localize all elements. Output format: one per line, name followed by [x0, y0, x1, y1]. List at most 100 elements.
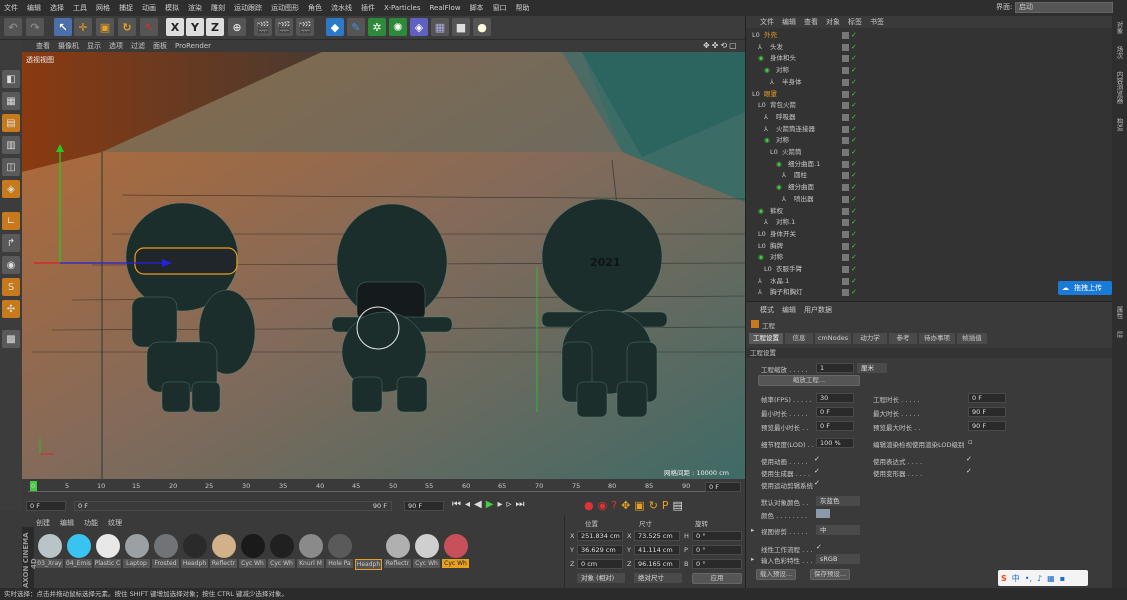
visibility-toggle[interactable] — [842, 32, 849, 39]
rotate-tool-icon[interactable]: ↻ — [118, 18, 136, 36]
object-row[interactable]: ⅄ 喷出器 ✓ — [746, 194, 1113, 206]
object-menu-view[interactable]: 查看 — [804, 17, 818, 27]
coordinate-system-icon[interactable]: ⊕ — [228, 18, 246, 36]
soft-selection-icon[interactable]: ◉ — [2, 256, 20, 274]
enable-check-icon[interactable]: ✓ — [851, 54, 857, 62]
attr-menu-edit[interactable]: 编辑 — [782, 305, 796, 315]
object-row[interactable]: ◉ 对称 ✓ — [746, 135, 1113, 147]
tab-dynamics[interactable]: 动力学 — [853, 333, 887, 344]
menu-tools[interactable]: 工具 — [73, 3, 87, 13]
timeline-end-field[interactable]: 0 F — [705, 482, 741, 492]
layout-select[interactable]: 启动 — [1015, 2, 1113, 13]
material-item[interactable]: Cyc Wh — [413, 533, 440, 573]
strip-tab-content-browser[interactable]: 内容浏览器 — [1114, 71, 1124, 104]
object-menu-tags[interactable]: 标签 — [848, 17, 862, 27]
visibility-toggle[interactable] — [842, 78, 849, 86]
min-time-field[interactable]: 0 F — [816, 407, 854, 417]
scale-field[interactable]: 1 — [816, 363, 854, 373]
z-axis-button[interactable]: Z — [206, 18, 224, 36]
viewport-menu-cameras[interactable]: 摄像机 — [58, 41, 79, 51]
rot-b-field[interactable]: 0 ° — [692, 559, 742, 569]
object-row[interactable]: ⅄ 头发 ✓ — [746, 42, 1113, 54]
floor-icon[interactable]: ▦ — [431, 18, 449, 36]
object-row[interactable]: L0 眼罩 ✓ — [746, 89, 1113, 101]
enable-check-icon[interactable]: ✓ — [851, 265, 857, 273]
tab-reference[interactable]: 参考 — [889, 333, 917, 344]
visibility-toggle[interactable] — [842, 160, 849, 168]
object-menu-object[interactable]: 对象 — [826, 17, 840, 27]
menu-help[interactable]: 帮助 — [516, 3, 530, 13]
mograph-cloner-icon[interactable]: ✺ — [389, 18, 407, 36]
end-frame-field[interactable]: 90 F — [404, 501, 444, 511]
material-item[interactable]: Reflectr — [210, 533, 237, 573]
scale-key-icon[interactable]: ▣ — [634, 499, 644, 512]
color-swatch[interactable] — [816, 509, 830, 518]
max-time-field[interactable]: 90 F — [968, 407, 1006, 417]
enable-check-icon[interactable]: ✓ — [851, 90, 857, 98]
next-key-icon[interactable]: ▹ — [506, 499, 511, 510]
tab-cmnodes[interactable]: cmNodes — [815, 333, 851, 344]
enable-check-icon[interactable]: ✓ — [851, 43, 857, 51]
lod-render-checkbox[interactable]: ▫ — [968, 438, 976, 446]
viewport-menu-view[interactable]: 查看 — [36, 41, 50, 51]
menu-mesh[interactable]: 网格 — [96, 3, 110, 13]
preview-max-field[interactable]: 90 F — [968, 421, 1006, 431]
menu-script[interactable]: 脚本 — [470, 3, 484, 13]
scale-tool-icon[interactable]: ▣ — [96, 18, 114, 36]
visibility-toggle[interactable] — [842, 90, 849, 98]
menu-file[interactable]: 文件 — [4, 3, 18, 13]
enable-check-icon[interactable]: ✓ — [851, 207, 857, 215]
view-clip-select[interactable]: 中 — [816, 525, 860, 535]
material-item[interactable]: Reflectr — [384, 533, 411, 573]
use-animation-checkbox[interactable]: ✓ — [814, 455, 822, 463]
goto-start-icon[interactable]: ⏮ — [452, 499, 461, 510]
light-icon[interactable]: ● — [473, 18, 491, 36]
object-row[interactable]: ◉ 裤权 ✓ — [746, 206, 1113, 218]
material-item[interactable]: Hole Pa — [326, 533, 353, 573]
position-key-icon[interactable]: ✥ — [621, 499, 630, 512]
enable-check-icon[interactable]: ✓ — [851, 78, 857, 86]
object-row[interactable]: ⅄ 圆柱 ✓ — [746, 170, 1113, 182]
enable-check-icon[interactable]: ✓ — [851, 230, 857, 238]
size-x-field[interactable]: 73.525 cm — [634, 531, 680, 541]
move-tool-icon[interactable]: ✛ — [74, 18, 92, 36]
object-row[interactable]: L0 胸牌 ✓ — [746, 241, 1113, 253]
enable-check-icon[interactable]: ✓ — [851, 125, 857, 133]
menu-render[interactable]: 渲染 — [188, 3, 202, 13]
pos-z-field[interactable]: 0 cm — [577, 559, 623, 569]
enable-check-icon[interactable]: ✓ — [851, 101, 857, 109]
render-picture-viewer-icon[interactable]: 🎬 — [275, 18, 293, 36]
camera-icon[interactable]: ■ — [452, 18, 470, 36]
render-settings-icon[interactable]: 🎬 — [296, 18, 314, 36]
rot-p-field[interactable]: 0 ° — [692, 545, 742, 555]
attr-menu-mode[interactable]: 模式 — [760, 305, 774, 315]
menu-motion-tracking[interactable]: 运动跟踪 — [234, 3, 262, 13]
workplane-lock-icon[interactable]: ▩ — [2, 330, 20, 348]
object-row[interactable]: ◉ 细分曲面 ✓ — [746, 182, 1113, 194]
subdivision-icon[interactable]: ✲ — [368, 18, 386, 36]
load-preset-button[interactable]: 载入预设... — [756, 569, 796, 580]
material-item[interactable]: Cyc Wh — [442, 533, 469, 573]
enable-check-icon[interactable]: ✓ — [851, 288, 857, 296]
keyframe-selection-icon[interactable]: ? — [611, 499, 617, 512]
viewport-menu-filter[interactable]: 过滤 — [131, 41, 145, 51]
input-color-arrow-icon[interactable]: ▸ — [751, 555, 754, 563]
viewport-menu-prorender[interactable]: ProRender — [175, 42, 211, 50]
material-item[interactable]: Cyc Wh — [239, 533, 266, 573]
visibility-toggle[interactable] — [842, 137, 849, 145]
visibility-toggle[interactable] — [842, 55, 849, 63]
enable-check-icon[interactable]: ✓ — [851, 66, 857, 74]
material-item[interactable]: Headph — [181, 533, 208, 573]
prev-key-icon[interactable]: ◂ — [465, 499, 470, 510]
object-row[interactable]: L0 外壳 ✓ — [746, 30, 1113, 42]
menu-character[interactable]: 角色 — [308, 3, 322, 13]
visibility-toggle[interactable] — [842, 195, 849, 203]
object-row[interactable]: ◉ 细分曲面.1 ✓ — [746, 159, 1113, 171]
snap-icon[interactable]: S — [2, 278, 20, 296]
pos-x-field[interactable]: 251.834 cm — [577, 531, 623, 541]
undo-icon[interactable]: ↶ — [4, 18, 22, 36]
object-row[interactable]: L0 身体开关 ✓ — [746, 229, 1113, 241]
menu-plugins[interactable]: 插件 — [361, 3, 375, 13]
visibility-toggle[interactable] — [842, 266, 849, 273]
visibility-toggle[interactable] — [842, 113, 849, 121]
